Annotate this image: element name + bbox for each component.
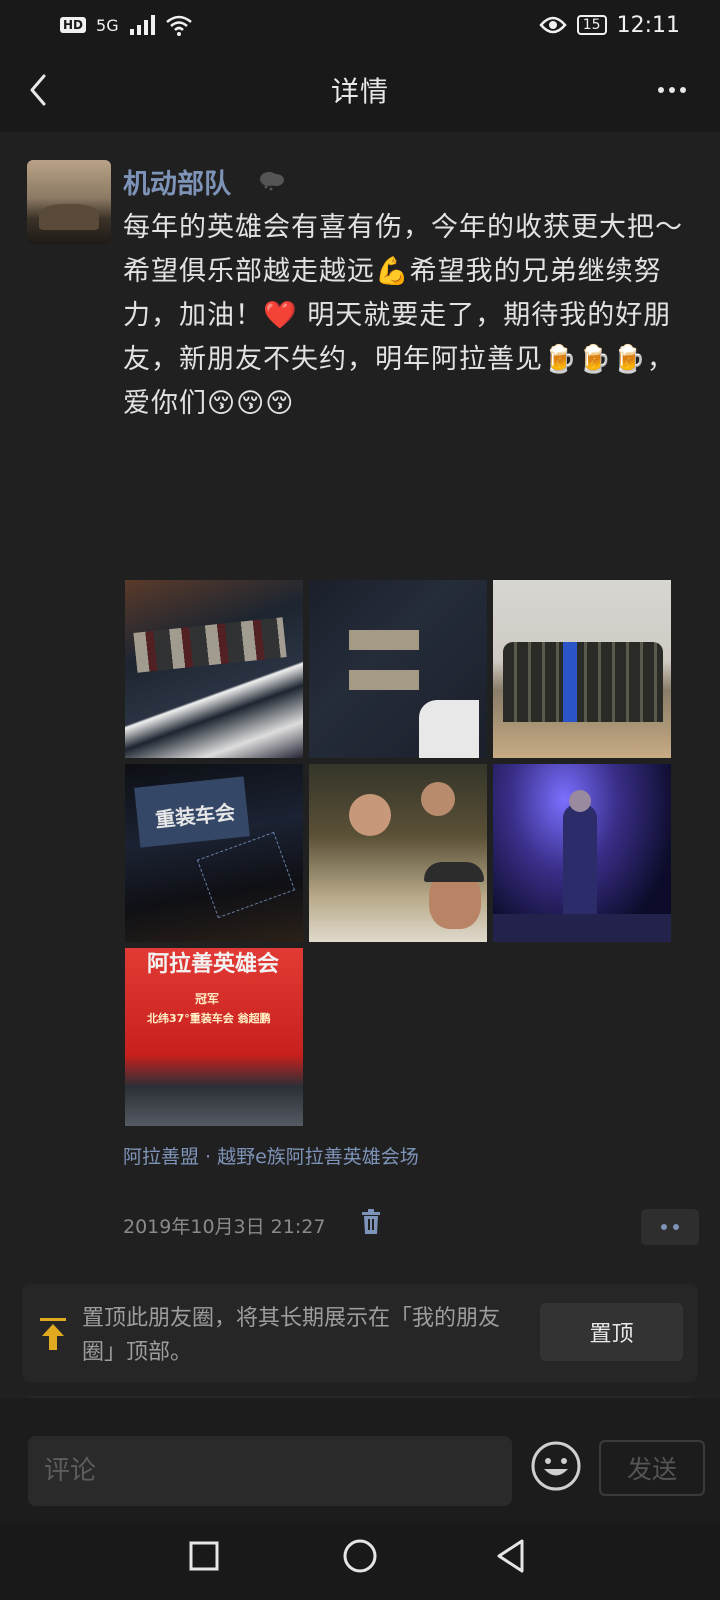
photo-caption-top: 阿拉善英雄会: [147, 952, 280, 977]
photo-grid: 重装车会 阿拉善英雄会 冠军 北纬37°重装车会 翁超鹏: [125, 580, 671, 1126]
pin-card: 置顶此朋友圈，将其长期展示在「我的朋友圈」顶部。 置顶: [22, 1284, 698, 1382]
hd-badge: HD: [60, 17, 87, 33]
photo-caption-bottom: 北纬37°重装车会 翁超鹏: [147, 1012, 271, 1025]
signal-icon: [129, 15, 155, 35]
comment-input[interactable]: [28, 1436, 512, 1506]
eye-icon: [539, 16, 567, 34]
home-icon[interactable]: [342, 1538, 378, 1574]
photo-dinner-table[interactable]: [309, 764, 487, 942]
emoji-icon[interactable]: [530, 1440, 582, 1492]
pin-top-icon: [40, 1318, 66, 1350]
photo-caption-mid: 冠军: [195, 992, 220, 1006]
cloud-icon: [260, 172, 284, 191]
post-detail: 机动部队 每年的英雄会有喜有伤，今年的收获更大把～希望俱乐部越走越远💪希望我的兄…: [0, 132, 720, 1398]
photo-stage-purple[interactable]: [493, 764, 671, 942]
post-text: 每年的英雄会有喜有伤，今年的收获更大把～希望俱乐部越走越远💪希望我的兄弟继续努力…: [123, 212, 683, 419]
wifi-icon: [165, 15, 192, 36]
status-right: 15 12:11: [539, 13, 680, 38]
photo-night-flag[interactable]: 重装车会: [125, 764, 303, 942]
pin-description: 置顶此朋友圈，将其长期展示在「我的朋友圈」顶部。: [82, 1306, 501, 1365]
battery-indicator: 15: [576, 15, 607, 35]
status-left: HD 5G: [60, 14, 193, 36]
like-comment-menu-button[interactable]: [641, 1209, 699, 1245]
status-bar: HD 5G 15 12:11: [0, 0, 720, 50]
author-avatar[interactable]: [27, 160, 111, 244]
back-nav-icon[interactable]: [494, 1538, 528, 1574]
network-label: 5G: [96, 15, 119, 35]
recent-apps-icon[interactable]: [188, 1540, 220, 1572]
system-nav-bar: [0, 1524, 720, 1600]
pin-button[interactable]: 置顶: [540, 1303, 683, 1361]
page-title: 详情: [330, 75, 389, 108]
photo-group-desert[interactable]: [493, 580, 671, 758]
post-timestamp: 2019年10月3日 21:27: [123, 1216, 326, 1238]
more-options-icon[interactable]: [652, 72, 692, 108]
trash-icon[interactable]: [360, 1209, 382, 1235]
photo-flag-medals[interactable]: [125, 580, 303, 758]
comment-bar: 发送: [0, 1398, 720, 1524]
photo-medals-closeup[interactable]: [309, 580, 487, 758]
clock: 12:11: [616, 12, 680, 38]
nav-bar: 详情: [0, 50, 720, 130]
author-name[interactable]: 机动部队: [123, 162, 231, 201]
back-arrow-icon[interactable]: [22, 70, 58, 110]
send-button[interactable]: 发送: [599, 1440, 705, 1496]
location-link[interactable]: 阿拉善盟 · 越野e族阿拉善英雄会场: [123, 1142, 419, 1169]
photo-award-stage[interactable]: 阿拉善英雄会 冠军 北纬37°重装车会 翁超鹏: [125, 948, 303, 1126]
